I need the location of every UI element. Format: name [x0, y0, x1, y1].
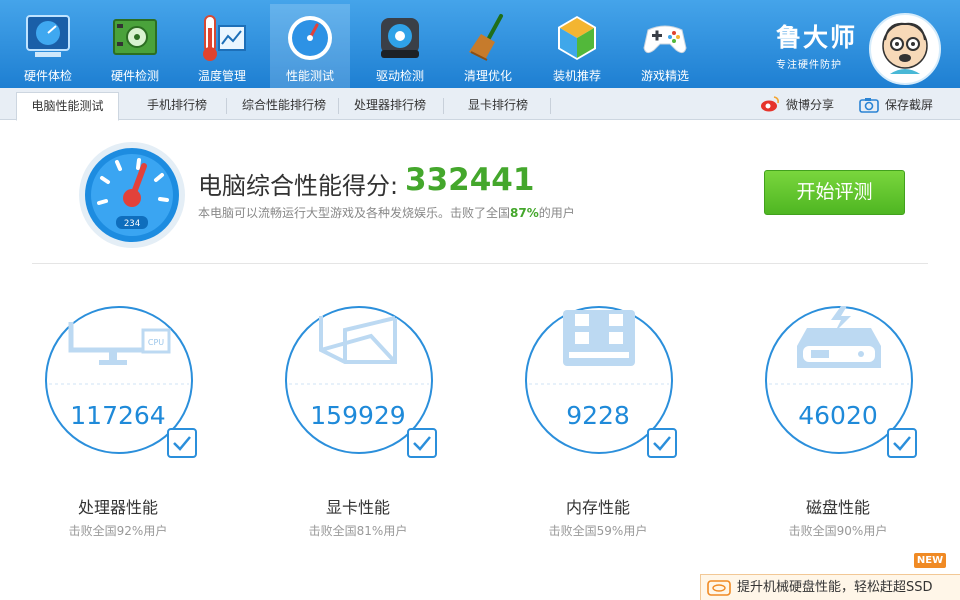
score-value: 332441	[405, 162, 535, 198]
disk-score: 46020	[798, 401, 878, 430]
start-benchmark-button[interactable]: 开始评测	[764, 170, 905, 215]
cpu-performance-card: CPU 117264 处理器性能 击败全国92%用户	[43, 300, 223, 540]
score-desc-percent: 87%	[510, 206, 539, 220]
memory-rank-text: 击败全国59%用户	[548, 524, 648, 538]
toolbar-item-install-recommend[interactable]: 装机推荐	[537, 4, 617, 88]
toolbar-item-clean[interactable]: 清理优化	[448, 4, 528, 88]
memory-title: 内存性能	[565, 498, 630, 517]
save-screenshot-label: 保存截屏	[885, 98, 934, 112]
toolbar-item-label: 驱动检测	[375, 69, 424, 83]
memory-performance-card: 9228 内存性能 击败全国59%用户	[523, 300, 703, 540]
gpu-score: 159929	[310, 401, 406, 430]
ssd-promo-text: 提升机械硬盘性能，轻松赶超SSD	[737, 580, 933, 595]
score-desc-suffix: 的用户	[538, 206, 575, 220]
section-divider	[32, 263, 928, 264]
gamepad-icon	[643, 25, 687, 54]
driver-icon	[381, 18, 419, 58]
checkbox-checked-icon[interactable]	[647, 428, 677, 458]
toolbar-item-label: 游戏精选	[640, 69, 689, 83]
checkbox-checked-icon[interactable]	[887, 428, 917, 458]
toolbar-item-games[interactable]: 游戏精选	[625, 4, 705, 88]
toolbar-item-label: 清理优化	[463, 69, 512, 83]
tab-bar: 电脑性能测试 手机排行榜 综合性能排行榜 处理器排行榜 显卡排行榜 微博分享 保…	[0, 88, 960, 121]
toolbar-item-hardware-detect[interactable]: 硬件检测	[95, 4, 175, 88]
brand-slogan: 专注硬件防护	[776, 60, 842, 71]
tab-pc-performance[interactable]: 电脑性能测试	[16, 92, 119, 121]
cpu-title: 处理器性能	[77, 498, 158, 517]
toolbar-item-label: 装机推荐	[552, 69, 601, 83]
cpu-monitor-icon: CPU	[68, 322, 171, 365]
score-desc-prefix: 本电脑可以流畅运行大型游戏及各种发烧娱乐。击败了全国	[198, 206, 511, 220]
memory-score: 9228	[566, 401, 630, 430]
top-toolbar: 硬件体检 硬件检测 温度管理 性能测试 驱动检测 清理优化 装机推荐 游戏精选 …	[0, 0, 960, 88]
temperature-icon	[203, 15, 246, 61]
disk-promo-icon	[707, 580, 731, 596]
weibo-icon	[761, 96, 779, 112]
toolbar-item-label: 硬件检测	[110, 69, 159, 83]
disk-performance-card: 46020 磁盘性能 击败全国90%用户	[763, 300, 943, 540]
tab-overall-ranking[interactable]: 综合性能排行榜	[232, 92, 336, 120]
hard-disk-icon	[797, 306, 881, 368]
tab-phone-ranking[interactable]: 手机排行榜	[132, 92, 222, 120]
toolbar-item-hardware-checkup[interactable]: 硬件体检	[8, 4, 88, 88]
disk-title: 磁盘性能	[805, 498, 870, 517]
score-gauge-icon: 234	[79, 142, 185, 248]
gauge-digits: 234	[124, 219, 140, 229]
hardware-checkup-icon	[26, 15, 70, 57]
toolbar-item-label: 性能测试	[285, 69, 334, 83]
save-screenshot-button[interactable]: 保存截屏	[859, 92, 933, 118]
cpu-rank-text: 击败全国92%用户	[68, 524, 168, 538]
toolbar-item-driver[interactable]: 驱动检测	[360, 4, 440, 88]
toolbar-item-label: 温度管理	[197, 69, 246, 83]
broom-icon	[469, 14, 503, 61]
toolbar-item-performance[interactable]: 性能测试	[270, 4, 350, 88]
tab-separator	[443, 98, 444, 114]
cpu-score: 117264	[70, 401, 166, 430]
disk-rank-text: 击败全国90%用户	[788, 524, 888, 538]
ssd-promo-link[interactable]: 提升机械硬盘性能，轻松赶超SSD	[700, 574, 960, 600]
checkbox-checked-icon[interactable]	[407, 428, 437, 458]
graphics-cube-icon	[319, 316, 397, 364]
tab-separator	[550, 98, 551, 114]
gpu-title: 显卡性能	[325, 498, 390, 517]
new-badge: NEW	[914, 553, 946, 568]
tab-gpu-ranking[interactable]: 显卡排行榜	[454, 92, 542, 120]
gpu-performance-card: 159929 显卡性能 击败全国81%用户	[283, 300, 463, 540]
gpu-rank-text: 击败全国81%用户	[308, 524, 408, 538]
hardware-detect-icon	[113, 19, 157, 55]
weibo-share-button[interactable]: 微博分享	[760, 92, 834, 118]
toolbar-item-label: 硬件体检	[23, 69, 72, 83]
install-recommend-icon	[558, 16, 596, 60]
cpu-chip-label: CPU	[148, 338, 164, 347]
toolbar-item-temperature[interactable]: 温度管理	[182, 4, 262, 88]
tab-cpu-ranking[interactable]: 处理器排行榜	[344, 92, 436, 120]
performance-gauge-icon	[288, 16, 332, 60]
checkbox-checked-icon[interactable]	[167, 428, 197, 458]
weibo-share-label: 微博分享	[786, 98, 835, 112]
brand-name: 鲁大师	[776, 23, 858, 52]
camera-icon	[859, 98, 879, 113]
tab-separator	[338, 98, 339, 114]
score-title: 电脑综合性能得分:	[198, 172, 399, 200]
brand-avatar[interactable]	[868, 12, 942, 86]
memory-chip-icon	[563, 310, 635, 366]
score-description: 本电脑可以流畅运行大型游戏及各种发烧娱乐。击败了全国87%的用户	[198, 204, 575, 221]
tab-separator	[226, 98, 227, 114]
